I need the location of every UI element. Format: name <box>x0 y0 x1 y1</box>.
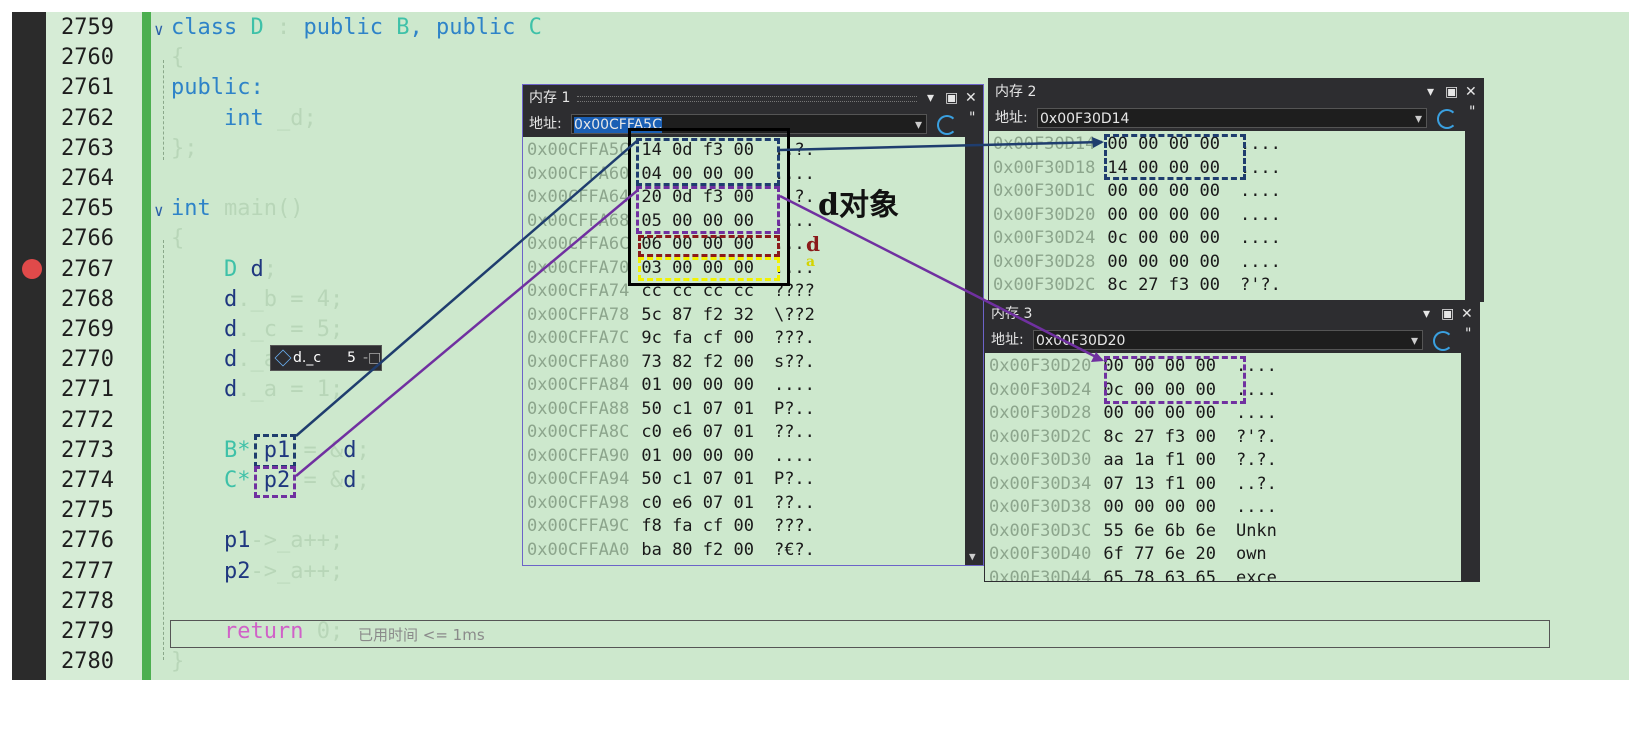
arrowhead-c <box>1091 352 1104 362</box>
annotation-arrows <box>295 137 1104 477</box>
vbptr-b-arrow <box>779 140 1103 152</box>
p1-to-object-line <box>295 139 639 437</box>
p2-to-object-line <box>295 189 639 477</box>
arrowhead-b <box>1092 137 1104 148</box>
vbptr-c-arrow <box>779 194 1103 362</box>
